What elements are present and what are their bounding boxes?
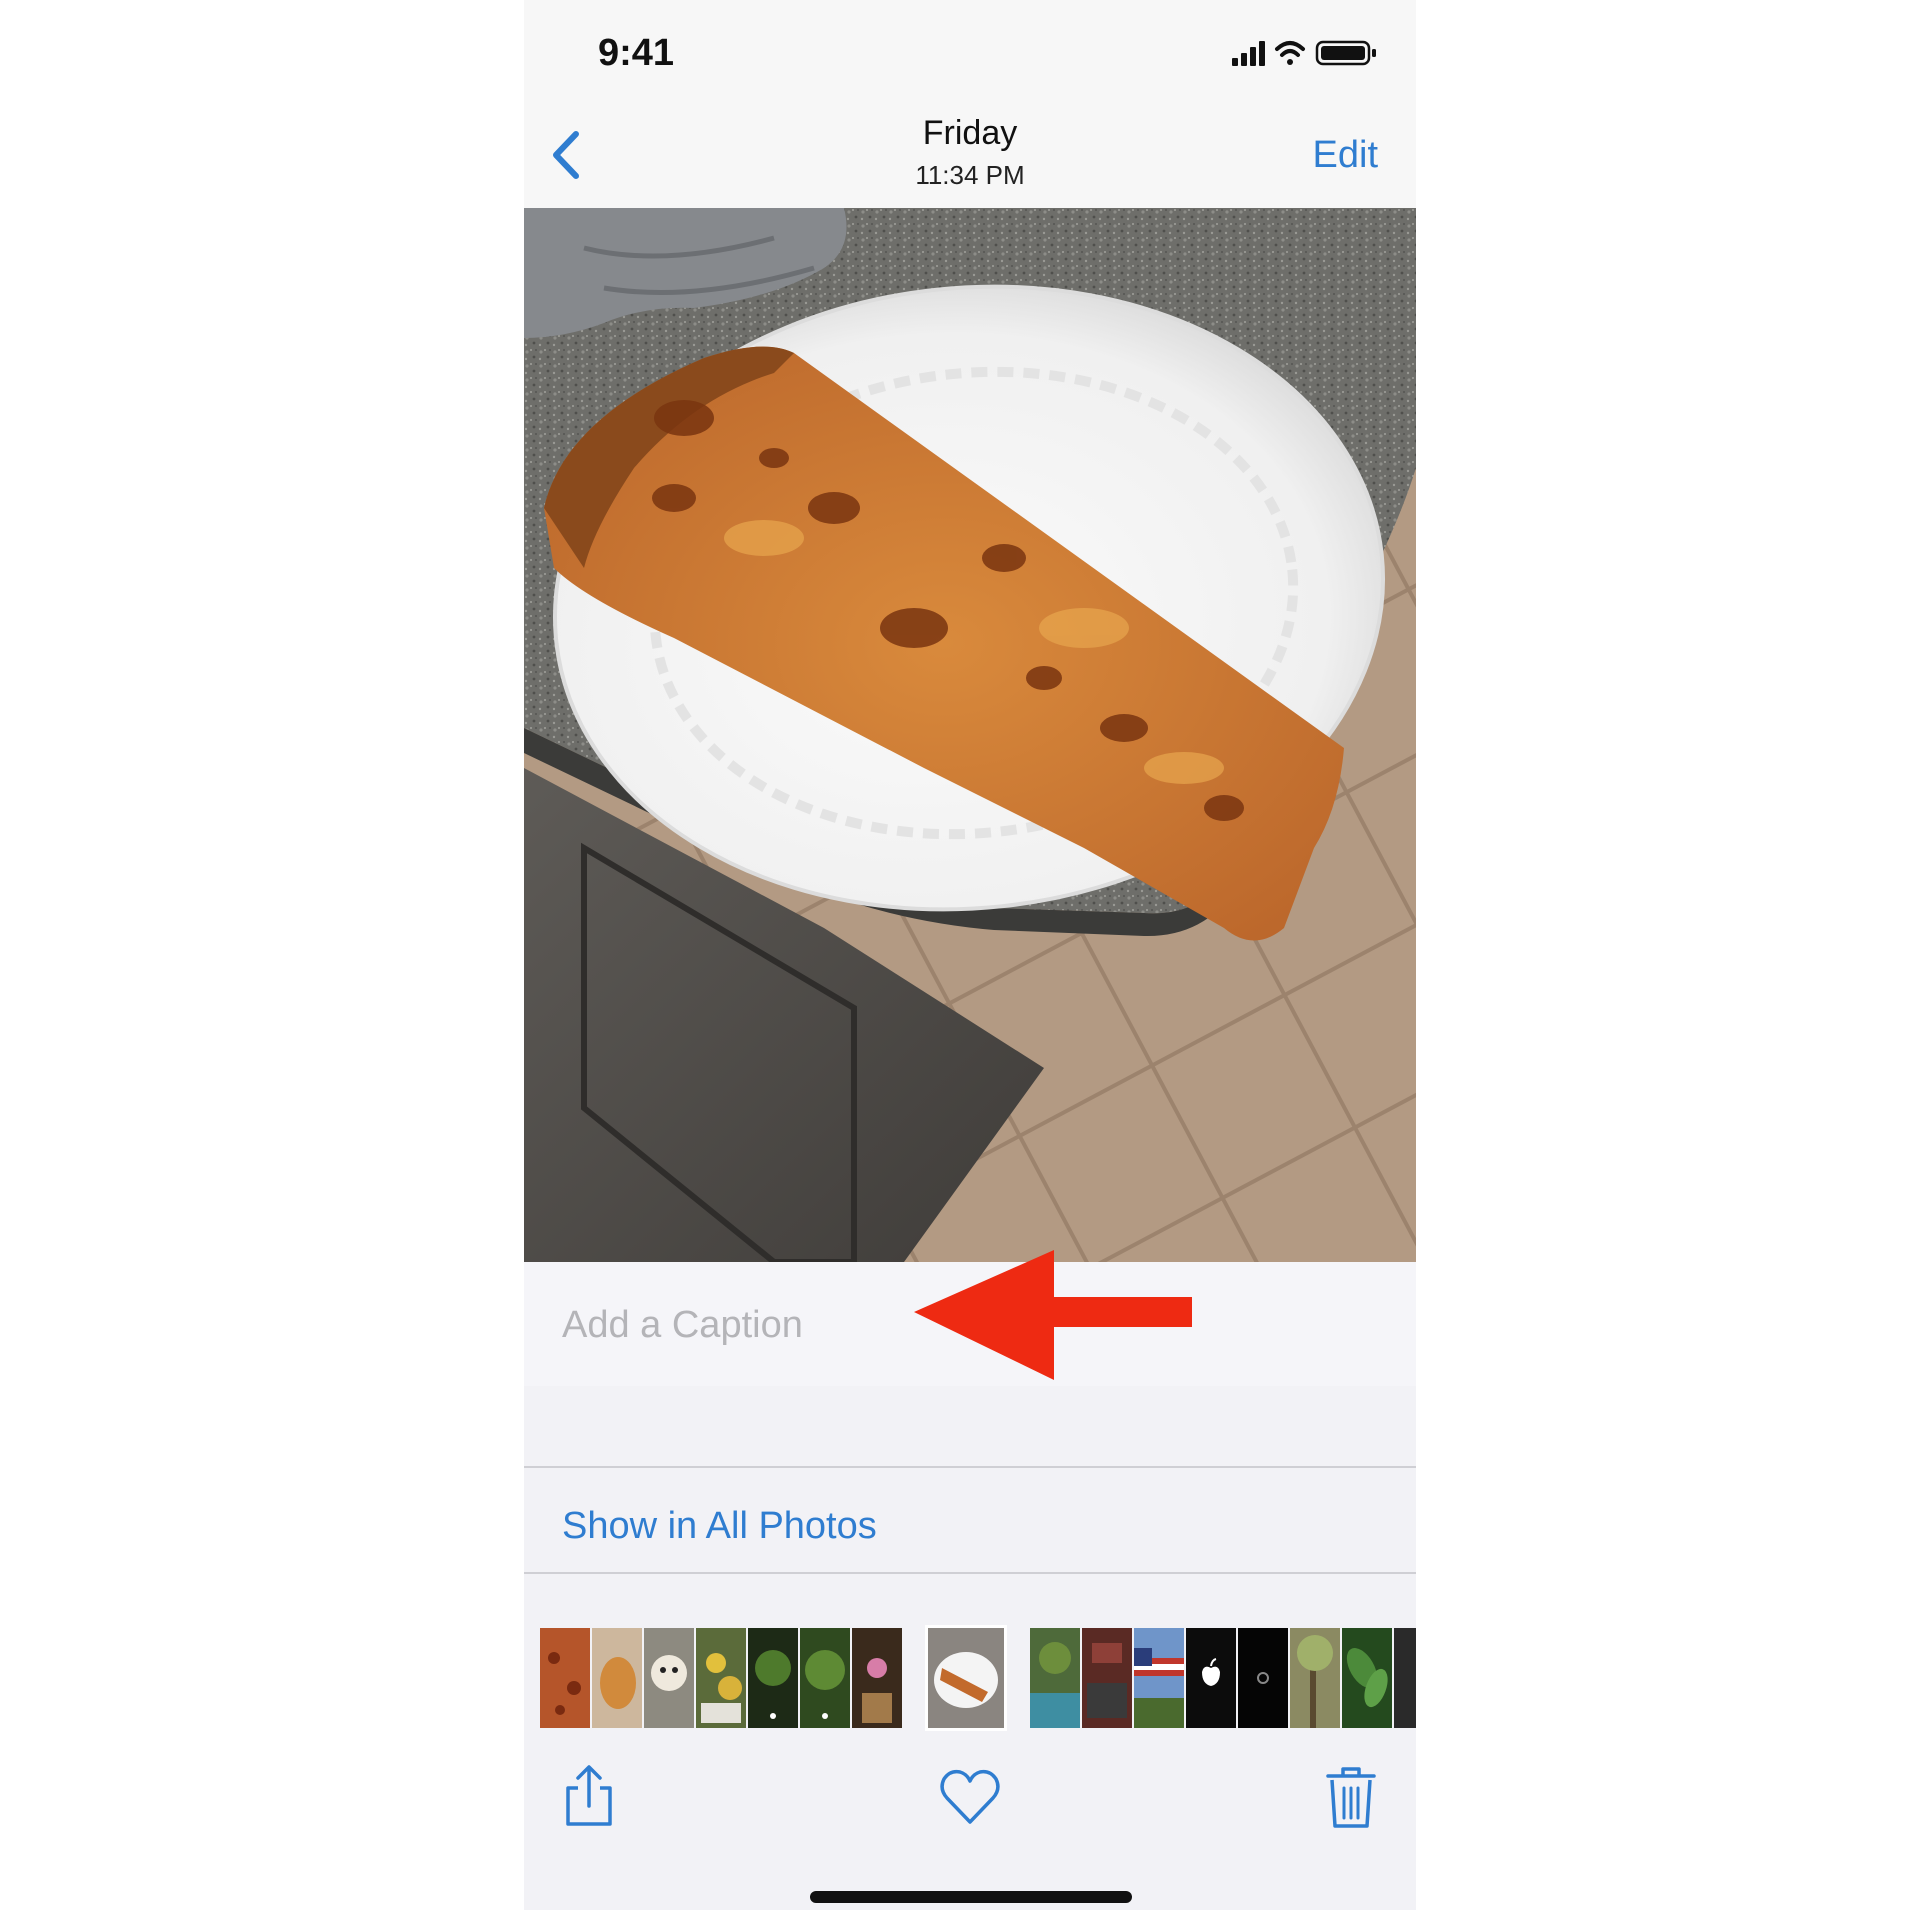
filmstrip-thumbnail[interactable] bbox=[696, 1628, 746, 1728]
favorite-button[interactable] bbox=[935, 1762, 1005, 1832]
status-time: 9:41 bbox=[598, 32, 675, 74]
filmstrip-thumbnail[interactable] bbox=[1186, 1628, 1236, 1728]
battery-icon bbox=[1315, 40, 1376, 66]
filmstrip-thumbnail[interactable] bbox=[1342, 1628, 1392, 1728]
trash-icon bbox=[1326, 1767, 1376, 1828]
photo-view[interactable] bbox=[524, 208, 1416, 1262]
share-icon bbox=[566, 1765, 612, 1826]
filmstrip-thumbnail[interactable] bbox=[748, 1628, 798, 1728]
nav-title: Friday bbox=[922, 114, 1018, 152]
filmstrip-thumbnail[interactable] bbox=[1394, 1628, 1416, 1728]
share-button[interactable] bbox=[554, 1762, 624, 1832]
filmstrip-thumbnail[interactable] bbox=[540, 1628, 590, 1728]
edit-button[interactable]: Edit bbox=[1313, 134, 1378, 177]
filmstrip-thumbnail[interactable] bbox=[1238, 1628, 1288, 1728]
filmstrip-thumbnail[interactable] bbox=[800, 1628, 850, 1728]
separator-bottom bbox=[524, 1572, 1416, 1574]
phone-screen: 9:41 Friday 11:34 PM Edit Add a Caption … bbox=[524, 0, 1416, 1910]
show-in-all-photos-link[interactable]: Show in All Photos bbox=[562, 1505, 877, 1548]
filmstrip-thumbnail-current[interactable] bbox=[925, 1625, 1007, 1731]
filmstrip-thumbnail[interactable] bbox=[852, 1628, 902, 1728]
navigation-bar: Friday 11:34 PM Edit bbox=[524, 100, 1416, 209]
red-arrow-icon bbox=[914, 1250, 1192, 1380]
wifi-icon bbox=[1275, 41, 1305, 65]
annotation-arrow bbox=[914, 1242, 1204, 1397]
nav-subtitle: 11:34 PM bbox=[915, 160, 1025, 190]
filmstrip-thumbnail[interactable] bbox=[644, 1628, 694, 1728]
pizza-photo bbox=[524, 208, 1416, 1262]
delete-button[interactable] bbox=[1316, 1762, 1386, 1832]
separator-top bbox=[524, 1466, 1416, 1468]
filmstrip-thumbnail[interactable] bbox=[1082, 1628, 1132, 1728]
filmstrip-thumbnail[interactable] bbox=[1290, 1628, 1340, 1728]
filmstrip-thumbnail[interactable] bbox=[1134, 1628, 1184, 1728]
filmstrip-thumbnail[interactable] bbox=[592, 1628, 642, 1728]
filmstrip-thumbnail[interactable] bbox=[1030, 1628, 1080, 1728]
photo-filmstrip[interactable] bbox=[524, 1625, 1416, 1731]
status-icons bbox=[1232, 38, 1382, 68]
status-bar: 9:41 bbox=[524, 0, 1416, 100]
heart-icon bbox=[940, 1769, 1000, 1824]
cellular-signal-icon bbox=[1232, 41, 1265, 66]
home-indicator[interactable] bbox=[810, 1891, 1132, 1903]
